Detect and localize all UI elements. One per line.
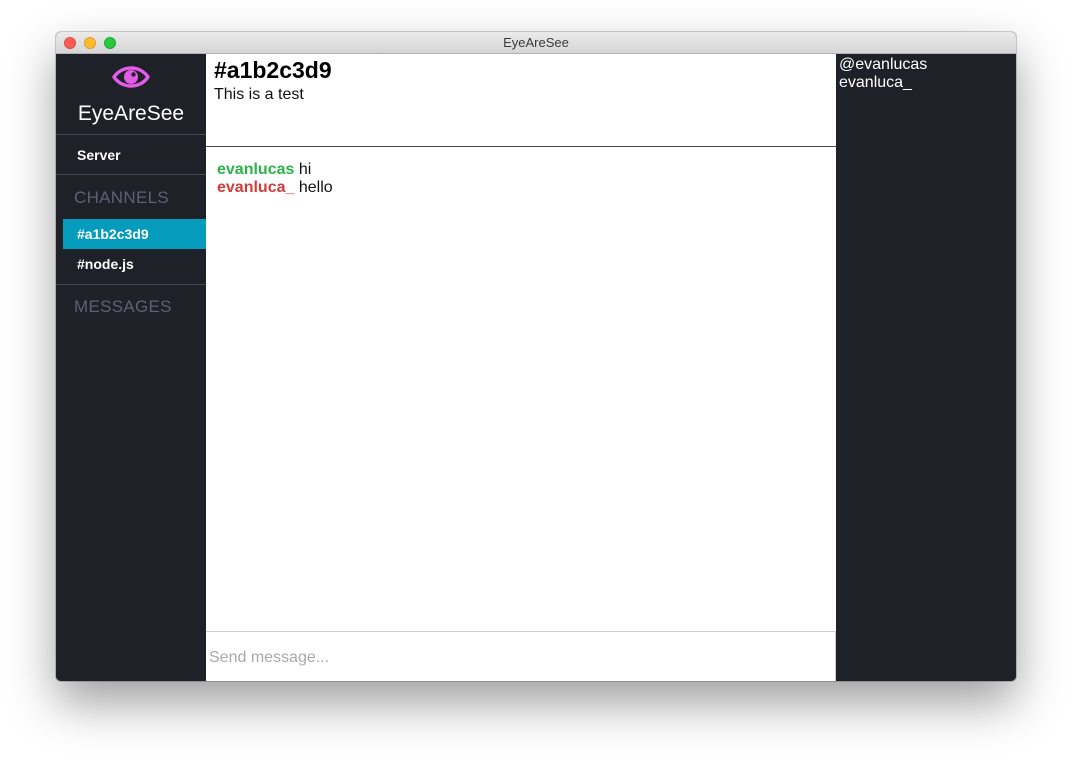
channel-header: #a1b2c3d9 This is a test	[206, 54, 836, 147]
message-input[interactable]	[206, 632, 835, 681]
message-text: hi	[298, 161, 312, 178]
message-text: hello	[298, 179, 333, 196]
app-name: EyeAreSee	[77, 102, 185, 125]
user-item[interactable]: @evanlucas	[836, 56, 927, 74]
channels-section-title: CHANNELS	[74, 188, 169, 207]
channel-topic: This is a test	[214, 86, 304, 103]
user-item[interactable]: evanluca_	[836, 74, 927, 92]
message-list: evanlucas hi evanluca_ hello	[217, 161, 836, 197]
sidebar-divider	[56, 174, 206, 175]
eye-icon	[112, 60, 150, 99]
user-list-panel: @evanlucas evanluca_	[836, 54, 1016, 681]
messages-section-title: MESSAGES	[74, 297, 172, 316]
app-window: EyeAreSee EyeAreSee Server CHANNELS #a1b…	[56, 32, 1016, 681]
main-pane: #a1b2c3d9 This is a test evanlucas hi ev…	[206, 54, 836, 681]
window-title: EyeAreSee	[503, 35, 569, 50]
sidebar: EyeAreSee Server CHANNELS #a1b2c3d9 #nod…	[56, 54, 206, 681]
sidebar-item-server[interactable]: Server	[63, 140, 206, 170]
message-nick[interactable]: evanluca_	[217, 179, 294, 196]
title-bar: EyeAreSee	[56, 32, 1016, 54]
sidebar-item-channel-nodejs[interactable]: #node.js	[63, 249, 206, 279]
channel-title: #a1b2c3d9	[214, 57, 332, 83]
user-list: @evanlucas evanluca_	[836, 56, 927, 92]
message-item: evanluca_ hello	[217, 179, 836, 197]
message-composer	[206, 631, 836, 681]
message-item: evanlucas hi	[217, 161, 836, 179]
sidebar-divider	[56, 284, 206, 285]
sidebar-divider	[56, 134, 206, 135]
message-nick[interactable]: evanlucas	[217, 161, 294, 178]
sidebar-item-channel-a1b2c3d9[interactable]: #a1b2c3d9	[63, 219, 206, 249]
